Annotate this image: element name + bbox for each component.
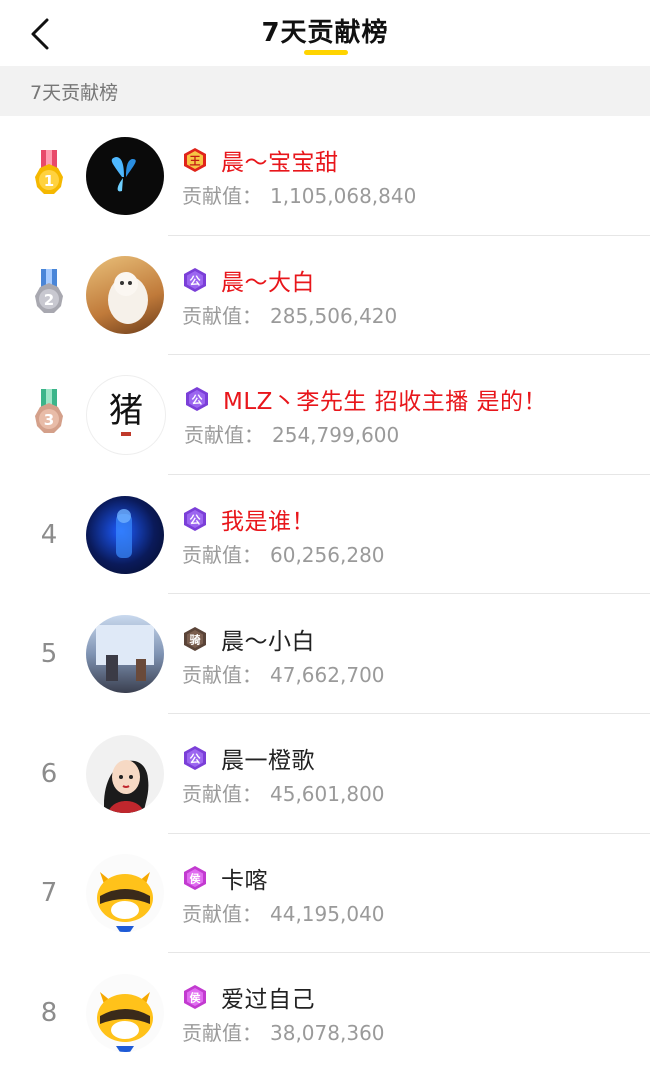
duke-badge-icon: 公 [184,507,206,532]
user-name[interactable]: 卡喀 [221,861,268,895]
list-item[interactable]: 7 侯 卡喀 贡献值： 44,195,040 [0,834,650,954]
rank-number: 5 [40,639,58,670]
active-tab-indicator [304,50,348,55]
contribution-score: 贡献值： 254,799,600 [184,423,400,448]
rank-number: 7 [40,878,58,909]
svg-text:侯: 侯 [190,871,202,885]
avatar[interactable] [86,734,164,813]
avatar[interactable] [86,256,164,335]
svg-text:公: 公 [190,514,201,527]
rank-number: 6 [40,758,58,789]
page-title: 7天贡献榜 [261,18,389,48]
duke-badge-icon: 公 [186,387,208,412]
contribution-score: 贡献值： 45,601,800 [182,782,385,807]
user-name[interactable]: 晨一橙歌 [221,741,315,775]
rank-number: 4 [40,519,58,550]
avatar[interactable] [86,854,164,933]
user-name[interactable]: MLZ丶李先生 招收主播 是的！ [223,382,547,416]
marquis-badge-icon: 侯 [184,985,206,1010]
silver-medal-icon: 2 [35,269,63,314]
svg-text:侯: 侯 [190,991,202,1005]
contribution-score: 贡献值： 47,662,700 [182,662,385,687]
list-item[interactable]: 8 侯 爱过自己 贡献值： 38,078,360 [0,953,650,1073]
header: 7天贡献榜 [0,0,650,66]
user-name[interactable]: 晨～宝宝甜 [221,143,339,177]
svg-text:1: 1 [44,172,54,190]
svg-text:骑: 骑 [190,632,201,646]
svg-text:王: 王 [190,155,201,168]
section-label: 7天贡献榜 [0,66,650,116]
list-item[interactable]: 2 公 晨～大白 贡献值： 285,506,420 [0,236,650,356]
list-item[interactable]: 3 猪 公 MLZ丶李先生 招收主播 是的！ 贡献值： 254,799,600 [0,355,650,475]
list-item[interactable]: 4 公 我是谁！ 贡献值： 60,256,280 [0,475,650,595]
ranking-list: 1 王 晨～宝宝甜 贡献值： 1,105,068,840 2 公 晨～大白 贡献… [0,116,650,1073]
user-name[interactable]: 我是谁！ [221,502,315,536]
svg-text:2: 2 [44,291,54,309]
user-name[interactable]: 爱过自己 [221,980,315,1014]
avatar[interactable] [86,495,164,574]
contribution-score: 贡献值： 285,506,420 [182,303,398,328]
svg-text:公: 公 [190,274,201,287]
gold-medal-icon: 1 [35,149,63,194]
contribution-score: 贡献值： 1,105,068,840 [182,184,417,209]
rank-number: 8 [40,997,58,1028]
list-item[interactable]: 6 公 晨一橙歌 贡献值： 45,601,800 [0,714,650,834]
list-item[interactable]: 5 骑 晨～小白 贡献值： 47,662,700 [0,594,650,714]
contribution-score: 贡献值： 44,195,040 [182,901,385,926]
svg-text:猪: 猪 [109,391,143,431]
contribution-score: 贡献值： 60,256,280 [182,543,385,568]
duke-badge-icon: 公 [184,267,206,292]
user-name[interactable]: 晨～小白 [221,622,315,656]
list-item[interactable]: 1 王 晨～宝宝甜 贡献值： 1,105,068,840 [0,116,650,236]
contribution-score: 贡献值： 38,078,360 [182,1021,385,1046]
king-badge-icon: 王 [184,148,206,173]
avatar[interactable] [86,973,164,1052]
svg-text:公: 公 [192,394,203,407]
avatar[interactable]: 猪 [86,374,166,455]
marquis-badge-icon: 侯 [184,865,206,890]
bronze-medal-icon: 3 [35,388,63,433]
knight-badge-icon: 骑 [184,626,206,651]
avatar[interactable] [86,136,164,215]
user-name[interactable]: 晨～大白 [221,263,315,297]
duke-badge-icon: 公 [184,746,206,771]
avatar[interactable] [86,615,164,694]
svg-text:公: 公 [190,753,201,766]
svg-text:3: 3 [44,411,54,429]
